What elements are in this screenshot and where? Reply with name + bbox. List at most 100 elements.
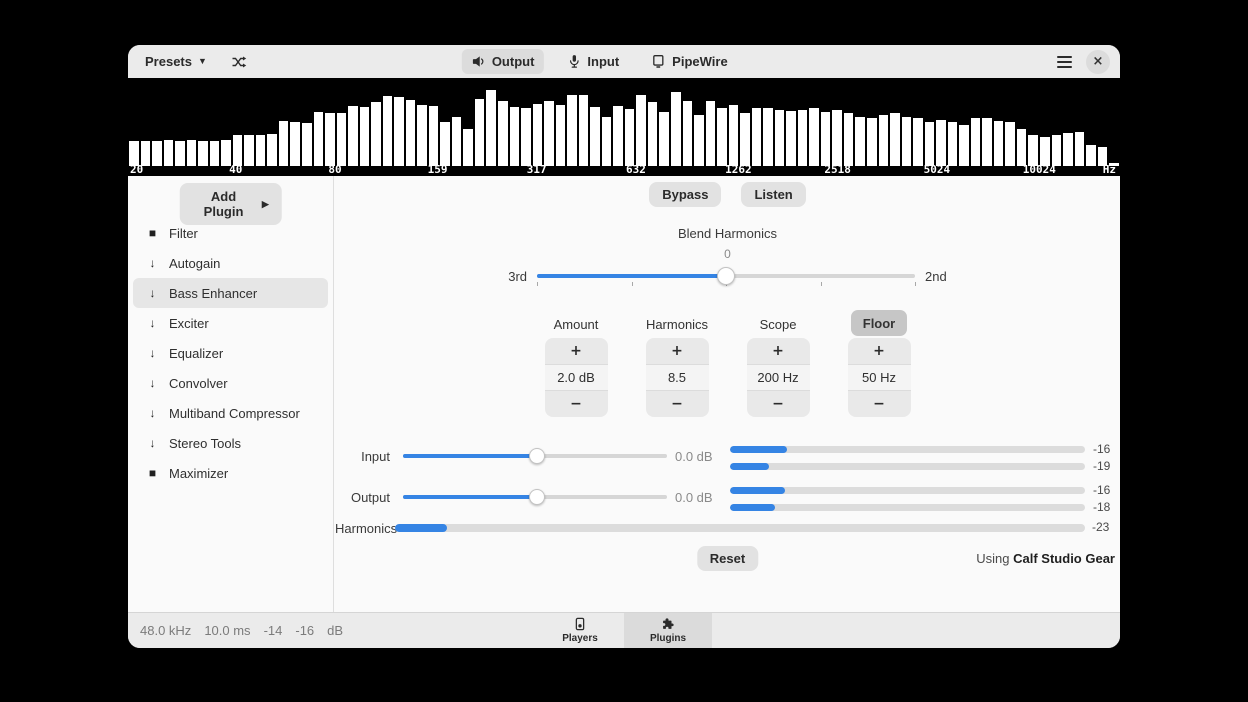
spinner-decrement-button[interactable]: −	[646, 391, 709, 417]
level-meter-fill	[730, 487, 785, 494]
slider-handle[interactable]	[529, 448, 545, 464]
level-meter	[730, 504, 1085, 511]
spectrum-bar	[360, 107, 370, 167]
harmonics-meter	[395, 524, 1085, 532]
menu-icon[interactable]	[1057, 56, 1072, 68]
spinner-box: +8.5−	[646, 338, 709, 417]
output-gain-slider[interactable]	[403, 481, 667, 513]
blend-harmonics-row: 3rd 2nd	[335, 264, 1120, 288]
sidebar-item-exciter[interactable]: ↓Exciter	[133, 308, 328, 338]
chevron-down-icon: ▼	[198, 57, 207, 66]
spectrum-bar	[659, 112, 669, 166]
sidebar-item-equalizer[interactable]: ↓Equalizer	[133, 338, 328, 368]
slider-fill	[403, 454, 537, 458]
spinner-box: +200 Hz−	[747, 338, 810, 417]
header-left: Presets ▼	[136, 49, 256, 75]
close-button[interactable]: ×	[1086, 50, 1110, 74]
sidebar-item-multiband-compressor[interactable]: ↓ Multiband Compressor	[133, 398, 328, 428]
spectrum-bar	[256, 135, 266, 166]
frequency-label: 317	[527, 163, 547, 176]
sidebar-item-convolver[interactable]: ↓Convolver	[133, 368, 328, 398]
sidebar-item-label: Multiband Compressor	[169, 406, 300, 421]
frequency-unit-label: Hz	[1103, 163, 1116, 176]
speaker-icon	[471, 54, 486, 69]
slider-handle[interactable]	[529, 489, 545, 505]
blend-harmonics-slider[interactable]	[537, 264, 915, 288]
frequency-label: 632	[626, 163, 646, 176]
harmonics-meter-value: -23	[1092, 521, 1114, 533]
spinner-value[interactable]: 2.0 dB	[545, 364, 608, 391]
spinner-floor: Floor+50 Hz−	[848, 312, 911, 417]
spinner-amount: Amount+2.0 dB−	[545, 312, 608, 417]
meter-row: -16	[730, 443, 1115, 455]
spectrum-bar	[1052, 135, 1062, 166]
sidebar-item-maximizer[interactable]: ■Maximizer	[133, 458, 328, 488]
sidebar-item-label: Convolver	[169, 376, 228, 391]
input-gain-slider[interactable]	[403, 440, 667, 472]
using-value: Calf Studio Gear	[1013, 551, 1115, 566]
frequency-label: 159	[428, 163, 448, 176]
sidebar-item-label: Maximizer	[169, 466, 228, 481]
spinner-decrement-button[interactable]: −	[545, 391, 608, 417]
spectrum-bar	[706, 101, 716, 166]
spinner-scope: Scope+200 Hz−	[747, 312, 810, 417]
spinner-decrement-button[interactable]: −	[747, 391, 810, 417]
input-gain-row: Input 0.0 dB -16 -19	[335, 440, 1120, 472]
output-tab-button[interactable]: Output	[462, 49, 544, 74]
tab-plugins[interactable]: Plugins	[624, 613, 712, 648]
harmonics-meter-fill	[395, 524, 447, 532]
level-meter	[730, 446, 1085, 453]
sidebar-item-filter[interactable]: ■Filter	[133, 218, 328, 248]
slider-handle[interactable]	[717, 267, 735, 285]
frequency-label: 2518	[824, 163, 851, 176]
tab-players-label: Players	[562, 633, 598, 644]
output-level-meters: -16 -18	[730, 484, 1115, 513]
level-meter-value: -18	[1093, 501, 1115, 513]
tab-players[interactable]: Players	[536, 613, 624, 648]
chevron-right-icon: ▶	[262, 200, 269, 209]
sidebar-item-bass-enhancer[interactable]: ↓Bass Enhancer	[133, 278, 328, 308]
arrow-down-icon: ↓	[146, 406, 159, 420]
spinner-increment-button[interactable]: +	[646, 338, 709, 364]
spectrum-bar	[1040, 137, 1050, 166]
spectrum-bar	[1017, 129, 1027, 166]
spinner-value[interactable]: 200 Hz	[747, 364, 810, 391]
sidebar-item-label: Equalizer	[169, 346, 223, 361]
spinner-label[interactable]: Floor	[851, 310, 908, 336]
output-gain-label: Output	[335, 490, 390, 505]
spectrum-bar	[752, 108, 762, 166]
spinner-value[interactable]: 50 Hz	[848, 364, 911, 391]
spectrum-bar	[636, 95, 646, 166]
spectrum-bar	[729, 105, 739, 166]
spectrum-bars	[128, 78, 1120, 176]
frequency-label: 40	[229, 163, 242, 176]
spinner-increment-button[interactable]: +	[747, 338, 810, 364]
input-tab-button[interactable]: Input	[557, 49, 628, 74]
status-bar: 48.0 kHz 10.0 ms -14 -16 dB Players P	[128, 612, 1120, 648]
bypass-button[interactable]: Bypass	[649, 182, 721, 207]
spinner-value[interactable]: 8.5	[646, 364, 709, 391]
spectrum-bar	[383, 96, 393, 166]
arrow-down-icon: ↓	[146, 286, 159, 300]
pipewire-tab-button[interactable]: PipeWire	[642, 49, 737, 74]
spinner-increment-button[interactable]: +	[545, 338, 608, 364]
sidebar-item-stereo-tools[interactable]: ↓ Stereo Tools	[133, 428, 328, 458]
arrow-down-icon: ↓	[146, 436, 159, 450]
meter-row: -16	[730, 484, 1115, 496]
spectrum-bar	[971, 118, 981, 166]
spinner-increment-button[interactable]: +	[848, 338, 911, 364]
spinner-row: Amount+2.0 dB−Harmonics+8.5−Scope+200 Hz…	[335, 312, 1120, 417]
sidebar-item-autogain[interactable]: ↓Autogain	[133, 248, 328, 278]
spectrum-bar	[925, 122, 935, 166]
sidebar-item-label: Stereo Tools	[169, 436, 241, 451]
panel-footer: Reset Using Calf Studio Gear	[335, 546, 1120, 572]
level-meter	[730, 463, 1085, 470]
reset-button[interactable]: Reset	[697, 546, 758, 571]
listen-button[interactable]: Listen	[741, 182, 805, 207]
presets-button[interactable]: Presets ▼	[136, 49, 216, 74]
spectrum-bar	[982, 118, 992, 166]
shuffle-button[interactable]	[222, 49, 256, 75]
spinner-decrement-button[interactable]: −	[848, 391, 911, 417]
spectrum-bar	[1028, 135, 1038, 166]
slider-tick	[632, 282, 633, 286]
